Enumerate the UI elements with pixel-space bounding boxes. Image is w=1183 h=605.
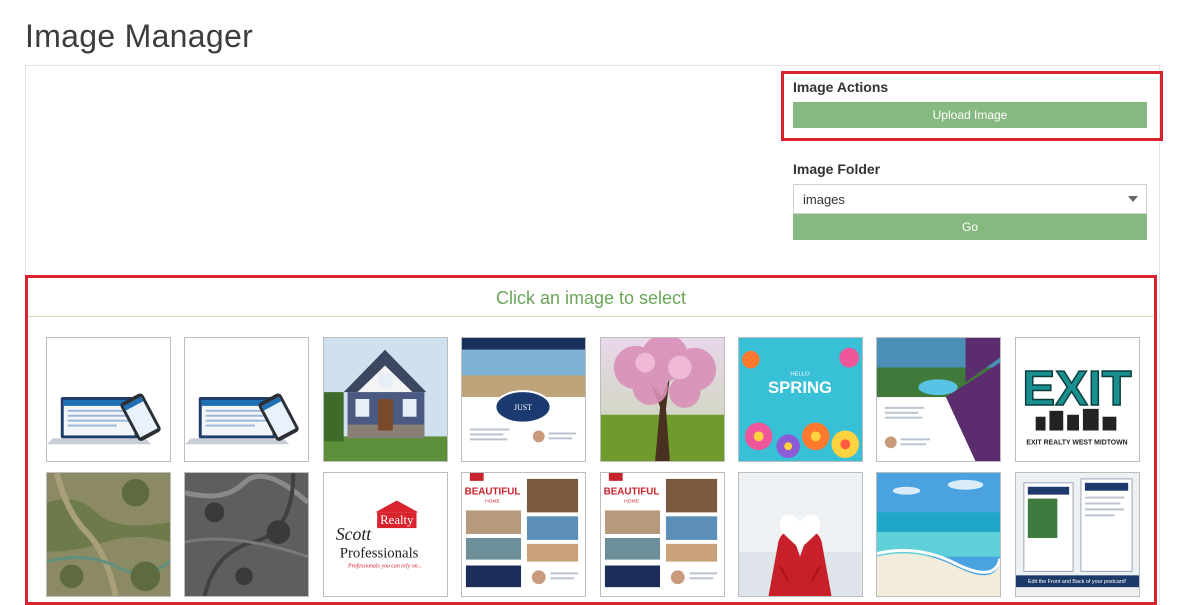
image-preview: Edit the Front and Back of your postcard… <box>1015 473 1139 596</box>
svg-text:Professionals you can rely on.: Professionals you can rely on... <box>347 562 422 569</box>
image-preview <box>600 338 724 461</box>
svg-text:Scott: Scott <box>336 524 372 544</box>
image-thumbnail-postcard-mockup[interactable]: Edit the Front and Back of your postcard… <box>1014 472 1140 597</box>
image-thumbnail-snow-heart-mittens[interactable] <box>738 472 863 597</box>
image-folder-heading: Image Folder <box>793 161 881 177</box>
image-thumbnail-hello-spring[interactable]: HELLO SPRING <box>738 337 863 462</box>
svg-text:SPRING: SPRING <box>768 378 832 397</box>
image-folder-select[interactable]: images <box>793 184 1147 214</box>
upload-image-button[interactable]: Upload Image <box>793 102 1147 128</box>
svg-text:JUST: JUST <box>514 403 532 412</box>
image-thumbnail-luxury-property-flyer[interactable] <box>876 337 1002 462</box>
image-preview <box>323 338 447 461</box>
svg-text:BEAUTIFUL: BEAUTIFUL <box>603 487 659 498</box>
svg-text:HOME: HOME <box>485 499 500 505</box>
image-thumbnail-laptop-phone-mockup-1[interactable] <box>46 337 171 462</box>
image-preview: JUST <box>462 338 586 461</box>
image-preview <box>185 338 309 461</box>
svg-text:EXIT REALTY WEST MIDTOWN: EXIT REALTY WEST MIDTOWN <box>1026 439 1127 446</box>
image-preview: EXIT EXIT REALTY WEST MIDTOWN <box>1015 338 1139 461</box>
gallery-instruction: Click an image to select <box>28 280 1154 317</box>
image-preview <box>739 473 862 596</box>
image-thumbnail-exit-realty-logo[interactable]: EXIT EXIT REALTY WEST MIDTOWN <box>1014 337 1140 462</box>
image-thumbnail-tropical-beach[interactable] <box>876 472 1002 597</box>
image-actions-heading: Image Actions <box>793 79 889 95</box>
svg-text:Realty: Realty <box>380 513 414 527</box>
svg-text:HOME: HOME <box>624 499 639 505</box>
svg-text:Edit the Front and Back of you: Edit the Front and Back of your postcard… <box>1028 579 1127 585</box>
svg-text:Professionals: Professionals <box>340 546 419 562</box>
image-thumbnail-aerial-map-grey[interactable] <box>184 472 310 597</box>
image-preview: HELLO SPRING <box>739 338 862 461</box>
image-preview: BEAUTIFUL HOME <box>600 473 724 596</box>
image-thumbnail-aerial-map-color[interactable] <box>46 472 171 597</box>
image-thumbnail-laptop-phone-mockup-2[interactable] <box>184 337 310 462</box>
image-preview <box>47 473 170 596</box>
svg-text:HELLO: HELLO <box>790 371 810 377</box>
image-preview <box>877 473 1001 596</box>
image-preview <box>877 338 1001 461</box>
image-preview: BEAUTIFUL HOME <box>462 473 586 596</box>
go-button[interactable]: Go <box>793 214 1147 240</box>
image-thumbnail-blossom-tree[interactable] <box>599 337 725 462</box>
image-thumbnail-just-listed-flyer[interactable]: JUST <box>461 337 587 462</box>
svg-text:EXIT: EXIT <box>1022 361 1131 416</box>
svg-text:BEAUTIFUL: BEAUTIFUL <box>465 487 521 498</box>
image-folder-selected-value: images <box>803 192 845 207</box>
image-thumbnail-blue-house[interactable] <box>322 337 448 462</box>
image-thumbnail-beautiful-home-flyer-2[interactable]: BEAUTIFUL HOME <box>599 472 725 597</box>
page-title: Image Manager <box>25 18 254 54</box>
image-thumbnail-beautiful-home-flyer-1[interactable]: BEAUTIFUL HOME <box>461 472 587 597</box>
image-preview <box>47 338 170 461</box>
image-preview <box>185 473 309 596</box>
image-thumbnail-scott-realty-logo[interactable]: Realty Scott Professionals Professionals… <box>322 472 448 597</box>
image-preview: Realty Scott Professionals Professionals… <box>323 473 447 596</box>
chevron-down-icon <box>1128 196 1138 202</box>
